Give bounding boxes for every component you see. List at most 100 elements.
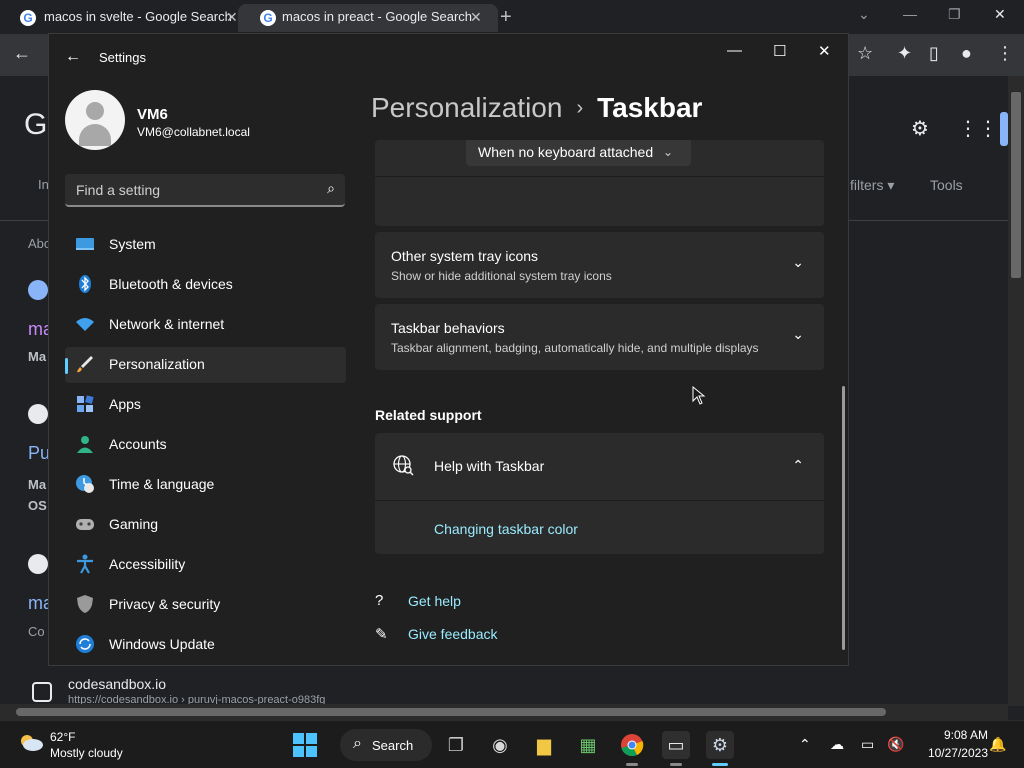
browser-menu-icon[interactable]: ⋮: [996, 43, 1014, 64]
scrollbar-thumb[interactable]: [16, 708, 886, 716]
sidebar-item-accounts[interactable]: Accounts: [65, 427, 346, 463]
obs-studio-icon[interactable]: ◉: [486, 731, 514, 759]
page-accent-strip: [1000, 112, 1008, 146]
chevron-up-icon[interactable]: ⌃: [792, 457, 804, 474]
search-icon: ⌕: [353, 735, 362, 752]
taskbar-clock-date[interactable]: 10/27/2023: [908, 746, 988, 760]
profile-icon[interactable]: ●: [961, 43, 972, 64]
page-vertical-scrollbar[interactable]: [1008, 76, 1024, 706]
file-explorer-icon[interactable]: ▆: [530, 731, 558, 759]
update-icon: [75, 634, 95, 654]
browser-minimize-button[interactable]: —: [903, 6, 917, 22]
sidebar-item-label: Personalization: [109, 356, 205, 372]
sidebar-item-label: Privacy & security: [109, 596, 221, 612]
side-panel-icon[interactable]: ▯: [929, 43, 939, 64]
page-title: Taskbar: [597, 92, 703, 123]
volume-muted-icon[interactable]: 🔇: [887, 736, 904, 753]
weather-description[interactable]: Mostly cloudy: [50, 746, 123, 760]
result-title-fragment[interactable]: Pu: [28, 443, 50, 464]
browser-back-icon[interactable]: ←: [13, 43, 31, 64]
sidebar-item-time-language[interactable]: Time & language: [65, 467, 346, 503]
breadcrumb-separator-icon: ›: [576, 97, 584, 119]
taskbar-search-button[interactable]: ⌕ Search: [340, 729, 432, 761]
result-url[interactable]: https://codesandbox.io › puruvj-macos-pr…: [68, 694, 368, 704]
page-horizontal-scrollbar[interactable]: [0, 704, 1008, 720]
sidebar-item-privacy-security[interactable]: Privacy & security: [65, 587, 346, 623]
get-help-link[interactable]: Get help: [408, 593, 461, 609]
sidebar-item-windows-update[interactable]: Windows Update: [65, 627, 346, 663]
bookmark-star-icon[interactable]: ☆: [857, 43, 873, 64]
sidebar-item-network[interactable]: Network & internet: [65, 307, 346, 343]
settings-gear-icon[interactable]: ⚙: [706, 731, 734, 759]
touch-keyboard-dropdown[interactable]: When no keyboard attached ⌄: [466, 140, 691, 166]
search-tools-button[interactable]: Tools: [930, 177, 963, 193]
weather-temperature[interactable]: 62°F: [50, 730, 75, 744]
search-filters-button[interactable]: filters ▾: [850, 177, 894, 194]
settings-maximize-button[interactable]: ☐: [773, 42, 786, 60]
browser-restore-button[interactable]: ❐: [948, 6, 961, 23]
clock-icon: [75, 474, 95, 494]
give-feedback-link[interactable]: Give feedback: [408, 626, 498, 642]
sidebar-item-label: Time & language: [109, 476, 215, 492]
weather-cloud-icon[interactable]: [18, 733, 44, 751]
user-avatar[interactable]: [65, 90, 125, 150]
tab-close-icon[interactable]: ✕: [470, 4, 482, 30]
card-divider: [375, 176, 824, 177]
mouse-pointer-icon: [692, 385, 706, 411]
sidebar-item-accessibility[interactable]: Accessibility: [65, 547, 346, 583]
onedrive-cloud-icon[interactable]: ☁: [830, 736, 844, 753]
find-setting-search[interactable]: ⌕: [65, 174, 345, 207]
sidebar-item-apps[interactable]: Apps: [65, 387, 346, 423]
dropdown-value: When no keyboard attached: [478, 144, 654, 160]
changing-taskbar-color-link[interactable]: Changing taskbar color: [434, 521, 578, 537]
network-display-icon[interactable]: ▭: [861, 736, 874, 753]
sidebar-item-bluetooth[interactable]: Bluetooth & devices: [65, 267, 346, 303]
tab-search-chevron-icon[interactable]: ⌄: [858, 6, 870, 23]
tab-close-icon[interactable]: ✕: [226, 4, 238, 30]
shield-icon: [75, 594, 95, 614]
browser-tab-svelte[interactable]: G macos in svelte - Google Search ✕: [0, 4, 250, 32]
sidebar-item-label: Bluetooth & devices: [109, 276, 233, 292]
notification-bell-icon[interactable]: 🔔: [989, 736, 1006, 753]
chrome-icon[interactable]: [618, 731, 646, 759]
task-view-icon[interactable]: ❐: [442, 731, 470, 759]
running-indicator: [670, 763, 682, 766]
gamepad-icon: [75, 514, 95, 534]
help-with-taskbar-title[interactable]: Help with Taskbar: [434, 458, 544, 474]
sidebar-item-system[interactable]: System: [65, 227, 346, 263]
active-app-indicator: [712, 763, 728, 766]
tray-overflow-chevron-icon[interactable]: ⌃: [799, 736, 811, 753]
google-apps-grid-icon[interactable]: ⋮⋮: [958, 116, 998, 141]
settings-window: ← Settings — ☐ ✕ VM6 VM6@collabnet.local…: [48, 33, 849, 666]
google-favicon-icon: G: [260, 10, 276, 26]
terminal-icon[interactable]: ▭: [662, 731, 690, 759]
wifi-icon: [75, 314, 95, 334]
browser-tab-preact[interactable]: G macos in preact - Google Search ✕: [238, 4, 498, 32]
scrollbar-thumb[interactable]: [1011, 92, 1021, 278]
settings-minimize-button[interactable]: —: [727, 42, 742, 59]
new-tab-button[interactable]: +: [500, 6, 512, 29]
start-button-windows-icon[interactable]: [293, 733, 317, 757]
spreadsheet-app-icon[interactable]: ▦: [574, 731, 602, 759]
chevron-down-icon[interactable]: ⌄: [792, 254, 804, 271]
settings-back-button[interactable]: ←: [65, 48, 81, 66]
extensions-puzzle-icon[interactable]: ✦: [897, 43, 912, 64]
browser-close-button[interactable]: ✕: [994, 6, 1006, 23]
find-setting-input[interactable]: [65, 174, 313, 205]
settings-scrollbar[interactable]: [842, 386, 845, 650]
result-site-name[interactable]: codesandbox.io: [68, 676, 166, 692]
settings-window-title: Settings: [99, 50, 146, 65]
settings-close-button[interactable]: ✕: [818, 42, 831, 60]
taskbar-clock-time[interactable]: 9:08 AM: [928, 728, 988, 742]
search-icon[interactable]: ⌕: [327, 180, 335, 197]
chevron-down-icon[interactable]: ⌄: [792, 326, 804, 343]
other-system-tray-icons-card[interactable]: Other system tray icons Show or hide add…: [375, 232, 824, 298]
taskbar-setting-card: When no keyboard attached ⌄: [375, 140, 824, 226]
sidebar-item-gaming[interactable]: Gaming: [65, 507, 346, 543]
sidebar-item-personalization[interactable]: Personalization: [65, 347, 346, 383]
globe-search-icon: [391, 453, 415, 482]
taskbar-behaviors-card[interactable]: Taskbar behaviors Taskbar alignment, bad…: [375, 304, 824, 370]
google-settings-gear-icon[interactable]: ⚙: [911, 116, 929, 141]
card-subtitle: Taskbar alignment, badging, automaticall…: [391, 341, 759, 355]
breadcrumb-parent[interactable]: Personalization: [371, 92, 562, 123]
